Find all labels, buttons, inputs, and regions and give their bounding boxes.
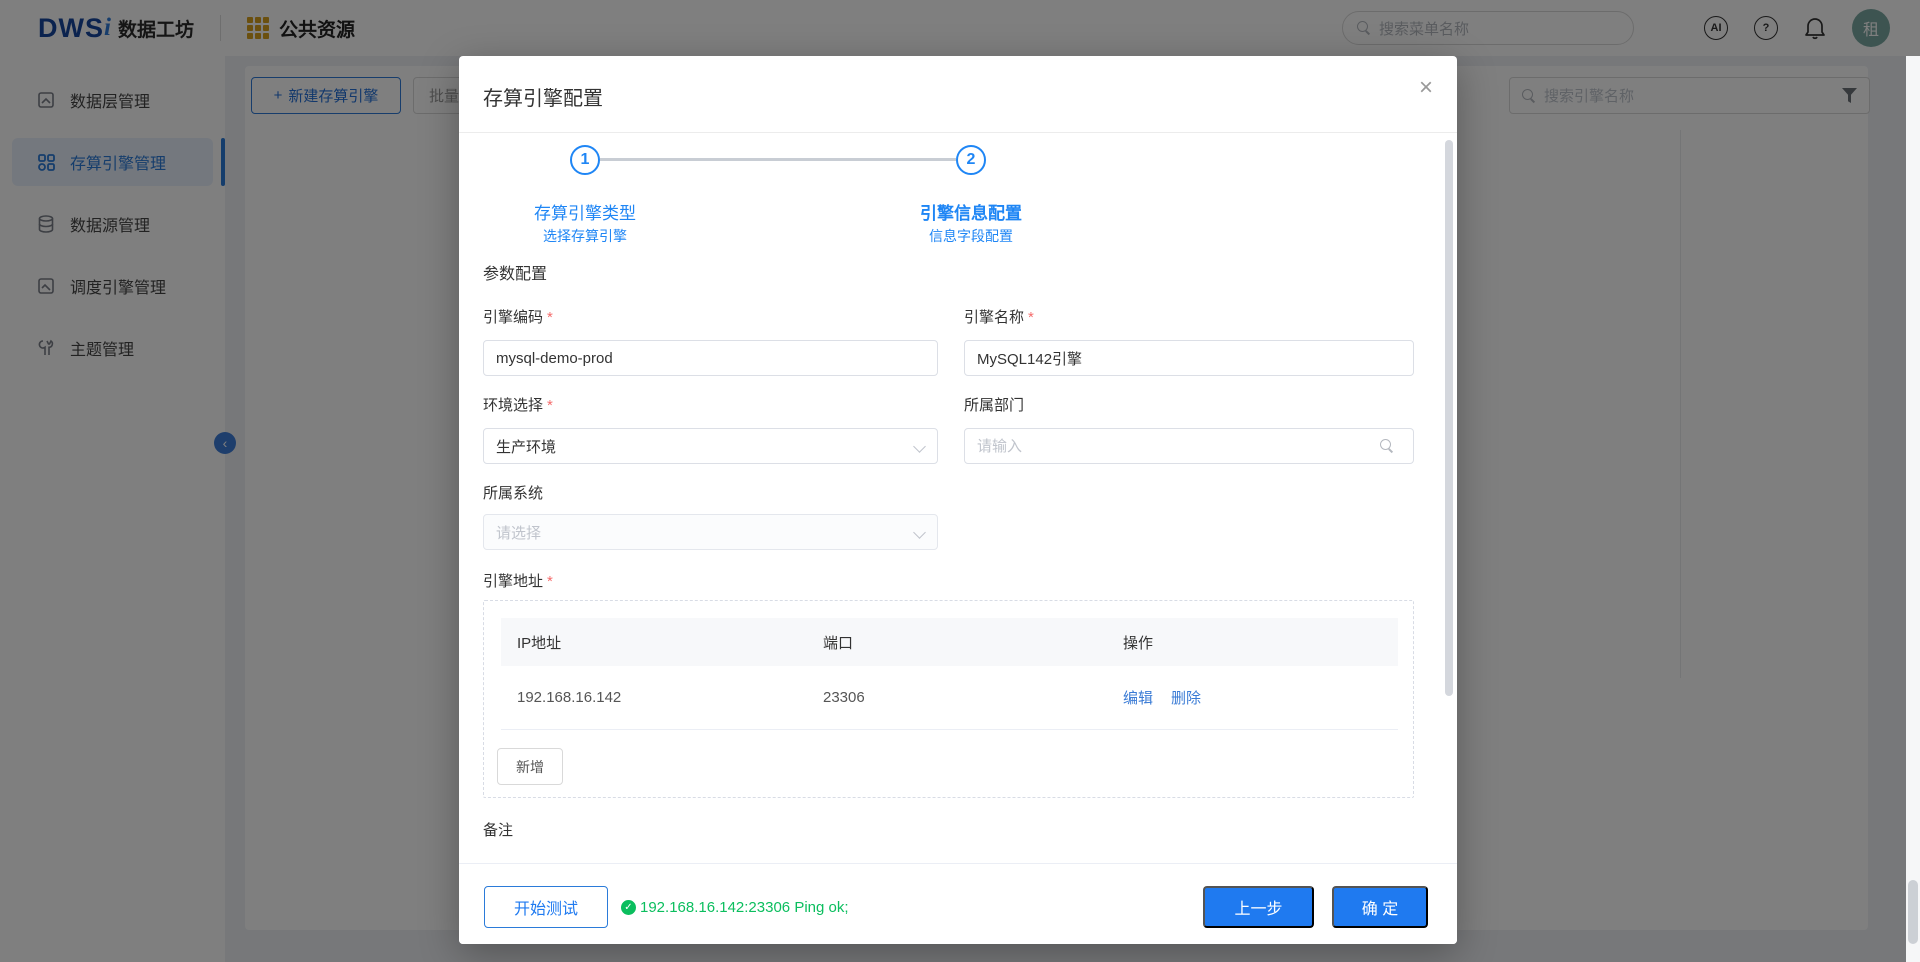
ops-column-header: 操作 — [1123, 632, 1153, 653]
engine-config-dialog: 存算引擎配置 × 1 2 存算引擎类型 选择存算引擎 引擎信息配置 信息字段配置… — [459, 56, 1457, 944]
dialog-footer: 开始测试 ✓ 192.168.16.142:23306 Ping ok; 上一步… — [459, 863, 1457, 944]
environment-label: 环境选择* — [483, 394, 553, 415]
engine-address-label: 引擎地址* — [483, 570, 553, 591]
step-2-subtitle: 信息字段配置 — [929, 226, 1013, 246]
environment-select[interactable]: 生产环境 — [483, 428, 938, 464]
engine-name-field[interactable] — [964, 340, 1414, 376]
ping-status-text: 192.168.16.142:23306 Ping ok; — [640, 899, 849, 916]
address-table-header: IP地址 端口 操作 — [501, 618, 1398, 666]
chevron-down-icon — [913, 526, 926, 539]
dialog-title: 存算引擎配置 — [483, 82, 603, 111]
step-1-circle: 1 — [570, 145, 600, 175]
address-row: 192.168.16.142 23306 编辑删除 — [501, 666, 1398, 730]
section-title: 参数配置 — [483, 260, 547, 284]
step-2-title: 引擎信息配置 — [920, 199, 1022, 224]
remark-label: 备注 — [483, 819, 513, 840]
add-address-button[interactable]: 新增 — [497, 748, 563, 785]
system-select[interactable]: 请选择 — [483, 514, 938, 550]
chevron-down-icon — [913, 440, 926, 453]
ip-column-header: IP地址 — [501, 632, 823, 653]
delete-address-link[interactable]: 删除 — [1171, 687, 1201, 708]
previous-step-button[interactable]: 上一步 — [1203, 886, 1314, 928]
port-value: 23306 — [823, 689, 1123, 706]
required-asterisk: * — [547, 397, 553, 414]
required-asterisk: * — [547, 309, 553, 326]
scrollbar-thumb[interactable] — [1908, 880, 1918, 944]
close-icon[interactable]: × — [1419, 76, 1433, 100]
check-circle-icon: ✓ — [621, 900, 636, 915]
ping-status: ✓ 192.168.16.142:23306 Ping ok; — [621, 886, 849, 928]
step-2-circle: 2 — [956, 145, 986, 175]
engine-name-label: 引擎名称* — [964, 306, 1034, 327]
step-connector — [600, 158, 956, 161]
start-test-button[interactable]: 开始测试 — [484, 886, 608, 928]
system-label: 所属系统 — [483, 482, 543, 503]
step-1-subtitle: 选择存算引擎 — [543, 226, 627, 246]
confirm-button[interactable]: 确 定 — [1332, 886, 1428, 928]
ip-value: 192.168.16.142 — [501, 689, 823, 706]
dialog-scrollbar-thumb[interactable] — [1445, 140, 1453, 696]
engine-code-label: 引擎编码* — [483, 306, 553, 327]
page-scrollbar[interactable] — [1906, 56, 1920, 962]
department-label: 所属部门 — [964, 394, 1024, 415]
required-asterisk: * — [1028, 309, 1034, 326]
edit-address-link[interactable]: 编辑 — [1123, 687, 1153, 708]
search-icon — [1380, 439, 1394, 453]
engine-code-field[interactable] — [483, 340, 938, 376]
port-column-header: 端口 — [823, 632, 1123, 653]
required-asterisk: * — [547, 573, 553, 590]
step-1-title: 存算引擎类型 — [534, 199, 636, 224]
department-field[interactable] — [964, 428, 1414, 464]
engine-address-box: IP地址 端口 操作 192.168.16.142 23306 编辑删除 — [483, 600, 1414, 798]
dialog-header-divider — [459, 132, 1457, 133]
address-table: IP地址 端口 操作 192.168.16.142 23306 编辑删除 — [501, 618, 1398, 730]
